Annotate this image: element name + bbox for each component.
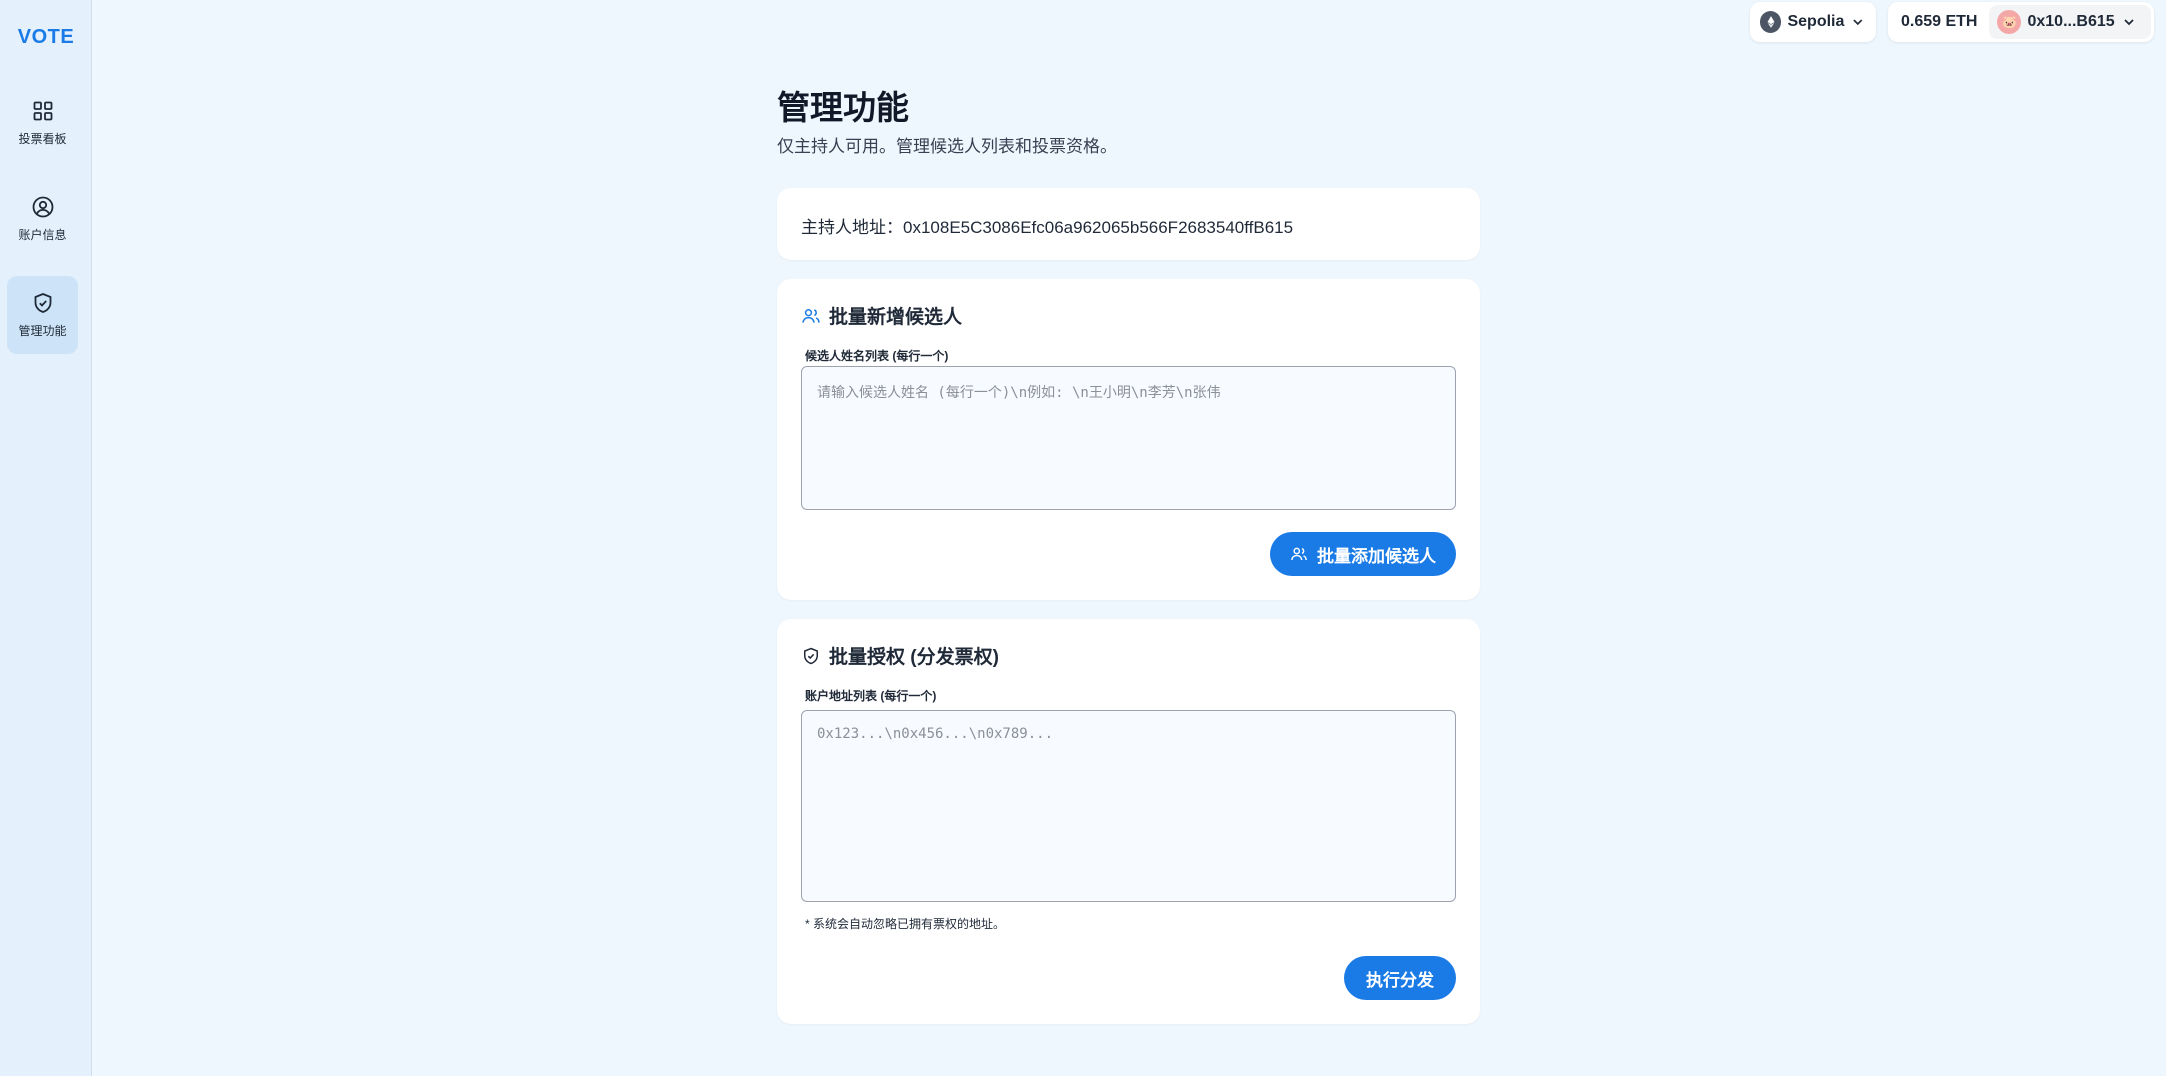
chevron-down-icon: [1853, 19, 1863, 26]
hint-text: * 系统会自动忽略已拥有票权的地址。: [805, 917, 1006, 931]
shield-check-icon: [34, 293, 51, 313]
page-subtitle: 仅主持人可用。管理候选人列表和投票资格。: [777, 137, 1117, 156]
eth-balance: 0.659 ETH: [1901, 13, 1978, 30]
avatar: 🐷: [1997, 10, 2022, 34]
sidebar: VOTE 投票看板 账户信息 管理功能: [0, 0, 92, 1076]
card-title: 批量新增候选人: [801, 302, 962, 329]
host-card: 主持人地址：0x108E5C3086Efc06a962065b566F26835…: [777, 188, 1480, 260]
wallet-button[interactable]: 0.659 ETH 🐷 0x10...B615: [1888, 2, 2154, 42]
page-title: 管理功能: [777, 89, 909, 126]
sidebar-item-dashboard[interactable]: 投票看板: [7, 84, 78, 162]
sidebar-item-label: 账户信息: [18, 228, 67, 242]
execute-distribution-button[interactable]: 执行分发: [1344, 956, 1456, 1000]
addresses-textarea[interactable]: [801, 710, 1456, 902]
candidates-textarea[interactable]: [801, 366, 1456, 510]
shield-check-icon: [804, 647, 818, 664]
grid-icon: [33, 101, 52, 121]
sidebar-item-label: 投票看板: [18, 132, 67, 146]
button-label: 批量添加候选人: [1317, 546, 1436, 566]
add-candidates-card: 批量新增候选人 候选人姓名列表 (每行一个) 批量添加候选人: [777, 279, 1480, 600]
ethereum-icon: [1760, 11, 1782, 33]
chevron-down-icon: [2124, 19, 2134, 26]
button-label: 执行分发: [1366, 970, 1434, 990]
account-address: 0x10...B615: [2027, 13, 2115, 30]
card-title-text: 批量授权 (分发票权): [829, 647, 999, 668]
app-logo[interactable]: VOTE: [0, 26, 92, 49]
card-title: 批量授权 (分发票权): [801, 642, 999, 669]
sidebar-item-label: 管理功能: [18, 324, 67, 338]
network-name: Sepolia: [1787, 13, 1845, 30]
batch-add-candidates-button[interactable]: 批量添加候选人: [1270, 532, 1456, 576]
users-icon: [1291, 547, 1307, 561]
user-circle-icon: [32, 196, 53, 218]
field-label: 账户地址列表 (每行一个): [805, 689, 937, 703]
users-icon: [802, 308, 820, 323]
host-address: 主持人地址：0x108E5C3086Efc06a962065b566F26835…: [801, 218, 1294, 237]
sidebar-item-account[interactable]: 账户信息: [7, 180, 78, 258]
sidebar-item-admin[interactable]: 管理功能: [7, 276, 78, 354]
account-chip[interactable]: 🐷 0x10...B615: [1989, 5, 2151, 39]
field-label: 候选人姓名列表 (每行一个): [805, 349, 949, 363]
authorize-card: 批量授权 (分发票权) 账户地址列表 (每行一个) * 系统会自动忽略已拥有票权…: [777, 619, 1480, 1024]
card-title-text: 批量新增候选人: [829, 307, 963, 328]
network-selector[interactable]: Sepolia: [1750, 2, 1876, 42]
